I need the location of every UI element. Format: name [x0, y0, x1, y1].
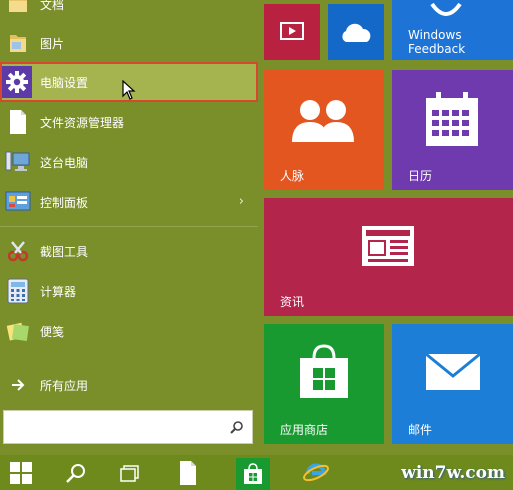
menu-item-label: 所有应用	[40, 378, 89, 393]
internet-explorer-icon	[303, 463, 329, 481]
file-icon	[180, 460, 196, 485]
menu-item-label: 截图工具	[40, 244, 89, 259]
tile-windows-feedback[interactable]: Windows Feedback	[392, 0, 513, 60]
menu-item-sticky-notes[interactable]: 便笺	[0, 311, 258, 351]
menu-item-pictures[interactable]: 图片	[0, 23, 258, 63]
file-explorer-button[interactable]	[168, 455, 208, 490]
menu-divider	[0, 226, 258, 227]
mail-envelope-icon	[425, 352, 481, 390]
store-bag-icon	[244, 463, 262, 484]
submenu-chevron-icon[interactable]: ›	[239, 194, 244, 209]
taskbar: win7w.com	[0, 455, 513, 490]
start-menu-list: 文档 图片 电脑设置 文件资源管理器 这台电脑 控制面板 › 截图工具 计算器 …	[0, 0, 258, 455]
tile-label: Windows Feedback	[408, 28, 466, 56]
this-pc-icon	[4, 148, 32, 176]
tile-label: 资讯	[280, 295, 305, 309]
mouse-cursor-icon	[122, 80, 136, 100]
menu-item-control-panel[interactable]: 控制面板 ›	[0, 182, 258, 222]
task-view-button[interactable]	[110, 455, 150, 490]
search-input[interactable]	[3, 410, 253, 444]
tile-people[interactable]: 人脉	[264, 70, 384, 190]
menu-item-snipping-tool[interactable]: 截图工具	[0, 231, 258, 271]
tile-news[interactable]: 资讯	[264, 198, 513, 316]
snipping-tool-icon	[4, 237, 32, 265]
calendar-icon	[426, 92, 478, 146]
search-button[interactable]	[56, 455, 96, 490]
menu-item-pc-settings[interactable]: 电脑设置	[0, 62, 258, 102]
control-panel-icon	[4, 188, 32, 216]
store-button[interactable]	[236, 458, 270, 490]
arrow-right-icon	[4, 371, 32, 399]
tile-store[interactable]: 应用商店	[264, 324, 384, 444]
video-icon	[280, 22, 304, 40]
store-bag-icon	[300, 344, 348, 398]
file-explorer-icon	[4, 108, 32, 136]
documents-folder-icon	[4, 0, 32, 18]
start-button[interactable]	[0, 455, 42, 490]
menu-item-label: 电脑设置	[40, 75, 89, 90]
menu-item-documents[interactable]: 文档	[0, 0, 258, 24]
tile-label: 日历	[408, 169, 433, 183]
tile-label: 邮件	[408, 423, 433, 437]
menu-item-label: 控制面板	[40, 195, 89, 210]
gear-icon	[2, 66, 32, 98]
sticky-notes-icon	[4, 317, 32, 345]
menu-item-this-pc[interactable]: 这台电脑	[0, 142, 258, 182]
search-icon	[66, 463, 85, 483]
windows-logo-icon	[10, 461, 32, 484]
newspaper-icon	[362, 226, 414, 266]
menu-item-label: 计算器	[40, 284, 77, 299]
tile-calendar[interactable]: 日历	[392, 70, 513, 190]
menu-item-label: 图片	[40, 36, 65, 51]
menu-item-all-apps[interactable]: 所有应用	[0, 365, 258, 405]
tile-onedrive[interactable]	[328, 4, 384, 60]
cloud-icon	[342, 23, 371, 42]
ie-button[interactable]	[296, 455, 336, 490]
tile-label: 应用商店	[280, 423, 329, 437]
menu-item-label: 文件资源管理器	[40, 115, 125, 130]
menu-item-calculator[interactable]: 计算器	[0, 271, 258, 311]
menu-item-label: 文档	[40, 0, 65, 12]
menu-item-label: 这台电脑	[40, 155, 89, 170]
menu-item-file-explorer[interactable]: 文件资源管理器	[0, 102, 258, 142]
calculator-icon	[4, 277, 32, 305]
feedback-person-icon	[430, 2, 462, 16]
tile-label: 人脉	[280, 169, 305, 183]
tile-video[interactable]	[264, 4, 320, 60]
people-icon	[292, 100, 354, 142]
menu-item-label: 便笺	[40, 324, 65, 339]
pictures-folder-icon	[4, 29, 32, 57]
watermark-text: win7w.com	[401, 463, 505, 483]
tile-mail[interactable]: 邮件	[392, 324, 513, 444]
task-view-icon	[120, 464, 139, 482]
search-icon[interactable]	[230, 420, 244, 434]
